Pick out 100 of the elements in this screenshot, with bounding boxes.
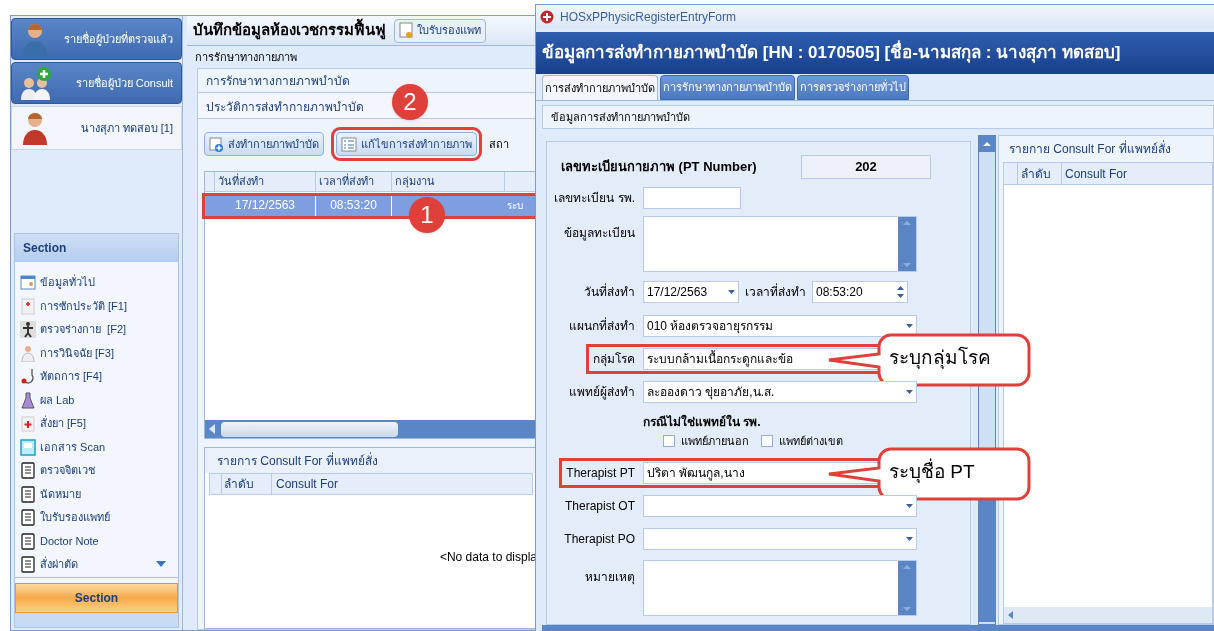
time-field[interactable]: 08:53:20 (812, 281, 908, 303)
section-item[interactable]: การวินิจฉัย [F3] (20, 344, 178, 362)
navigation-button[interactable]: รายชื่อผู้ป่วย Consult (11, 62, 182, 104)
app-logo-icon (540, 9, 554, 24)
list-icon (20, 509, 36, 526)
checkbox[interactable] (761, 435, 773, 447)
vertical-scrollbar[interactable] (898, 217, 916, 271)
dropdown-field[interactable]: 010 ห้องตรวจอายุรกรรม (643, 315, 917, 337)
dropdown-field[interactable]: ระบบกล้ามเนื้อกระดูกและข้อ (643, 348, 880, 370)
field-label: แพทย์ผู้ส่งทำ (569, 384, 635, 401)
scroll-down-icon[interactable] (903, 263, 911, 267)
section-button[interactable]: Section (15, 583, 178, 613)
list-icon (341, 136, 357, 152)
navigation-button[interactable]: นางสุภา ทดสอบ [1] (11, 106, 182, 150)
column-header[interactable]: ลำดับ (1018, 163, 1062, 184)
field-label: Therapist OT (564, 498, 635, 515)
section-item[interactable]: ผล Lab (20, 391, 178, 409)
doctor-icon (20, 344, 36, 362)
scroll-up-icon[interactable] (903, 221, 911, 225)
checkbox-label: แพทย์ต่างเขต (779, 433, 843, 449)
input-field[interactable] (643, 187, 741, 209)
dropdown-field[interactable] (643, 495, 917, 517)
section-item[interactable]: สั่งผ่าตัด (20, 556, 178, 573)
body-icon (20, 321, 36, 338)
group-label: กรณีไม่ใช่แพทย์ใน รพ. (643, 413, 762, 431)
spinner-icon (897, 286, 904, 298)
status-label: สถา (489, 136, 509, 152)
dropdown-field[interactable]: ละอองดาว ขุ่ยอาภัย,น.ส. (643, 381, 917, 403)
number-badge: 1 (409, 197, 445, 233)
column-header[interactable]: เวลาที่ส่งทำ (316, 172, 392, 191)
section-item[interactable]: Doctor Note (20, 532, 178, 550)
callout-text: ระบุชื่อ PT (889, 459, 975, 485)
panel-header: รายการ Consult For ที่แพทย์สั่ง (205, 448, 537, 473)
flask-icon (20, 391, 36, 409)
section-item[interactable]: การซักประวัติ [F1] (20, 297, 178, 315)
add-button[interactable]: ส่งทำกายภาพบำบัด (204, 132, 324, 156)
add-document-icon (209, 136, 224, 152)
section-item[interactable]: ใบรับรองแพทย์ (20, 509, 178, 526)
field-label: Therapist PT (566, 465, 635, 482)
section-item[interactable]: สั่งยา [F5] (20, 415, 178, 432)
column-header[interactable]: วันที่ส่งทำ (215, 172, 316, 191)
field-label: วันที่ส่งทำ (584, 283, 635, 301)
checkbox[interactable] (663, 435, 675, 447)
doctor-icon (20, 22, 50, 56)
form-heading: ข้อมูลการส่งทำกายภาพบำบัด [HN : 0170505] [ชื่อ-นามสกุล : นางสุภา ทดสอบ] (542, 40, 1121, 66)
table-cell: 17/12/2563 (215, 196, 316, 216)
navigation-button[interactable]: รายชื่อผู้ป่วยที่ตรวจแล้ว (11, 18, 182, 60)
certificate-button[interactable]: ใบรับรองแพท (394, 18, 486, 43)
callout-text: ระบุกลุ่มโรค (889, 345, 991, 371)
field-label: แผนกที่ส่งทำ (569, 317, 635, 335)
vertical-scrollbar[interactable] (898, 561, 916, 615)
section-item[interactable]: ตรวจจิตเวช (20, 462, 178, 479)
scroll-down-icon[interactable] (903, 607, 911, 611)
table-cell-text: ระบ (506, 199, 524, 213)
column-header[interactable]: Consult For (272, 474, 343, 494)
pt-number-field: 202 (801, 155, 931, 179)
section-header: ข้อมูลการส่งทำกายภาพบำบัด (542, 105, 1214, 129)
field-label: เลขทะเบียนกายภาพ (PT Number) (561, 158, 758, 177)
field-label: หมายเหตุ (585, 570, 635, 584)
section-item[interactable]: หัตถการ [F4] (20, 368, 178, 385)
field-label: เลขทะเบียน รพ. (554, 190, 635, 207)
section-item[interactable]: นัดหมาย (20, 485, 178, 503)
memo-field[interactable] (643, 216, 917, 272)
people-add-icon (20, 66, 54, 100)
column-header[interactable]: Consult For (1062, 163, 1131, 184)
memo-field[interactable] (643, 560, 917, 616)
column-header[interactable]: กลุ่มงาน (392, 172, 505, 191)
horizontal-scrollbar[interactable] (1004, 607, 1212, 623)
section-item[interactable]: ตรวจร่างกาย [F2] (20, 321, 178, 338)
section-header: Section (15, 234, 178, 262)
dropdown-arrow-icon (728, 290, 735, 294)
section-item[interactable]: เอกสาร Scan (20, 438, 178, 456)
dropdown-arrow-icon (906, 537, 913, 541)
stethoscope-icon (20, 368, 36, 385)
number-badge: 2 (392, 84, 428, 120)
column-header[interactable]: ลำดับ (222, 474, 272, 494)
page-title: บันทึกข้อมูลห้องเวชกรรมฟื้นฟู (193, 19, 386, 42)
scroll-up-icon[interactable] (903, 565, 911, 569)
dropdown-field[interactable] (643, 528, 917, 550)
list-icon (20, 532, 36, 550)
dropdown-field[interactable]: ปริตา พัฒนกูล,นาง (643, 462, 880, 484)
certificate-icon (399, 22, 413, 39)
patient-icon (20, 111, 50, 145)
dropdown-arrow-icon (906, 324, 913, 328)
date-field[interactable]: 17/12/2563 (643, 281, 739, 303)
list-icon (20, 485, 36, 503)
clipboard-icon (20, 297, 36, 315)
splitter-bar[interactable] (15, 613, 178, 627)
tab[interactable]: การส่งทำกายภาพบำบัด (542, 75, 658, 100)
table-cell: 08:53:20 (316, 196, 392, 216)
list-icon (20, 462, 36, 479)
medicine-icon (20, 415, 36, 432)
scroll-up-icon[interactable] (983, 142, 991, 146)
list-icon (20, 556, 36, 573)
section-item[interactable]: ข้อมูลทั่วไป (20, 274, 178, 291)
horizontal-scrollbar[interactable] (205, 420, 537, 438)
tab[interactable]: การตรวจร่างกายทั่วไป (797, 75, 909, 100)
field-label: เวลาที่ส่งทำ (744, 283, 807, 301)
dropdown-arrow-icon (906, 504, 913, 508)
panel-header: รายกาย Consult For ที่แพทย์สั่ง (1008, 139, 1172, 158)
